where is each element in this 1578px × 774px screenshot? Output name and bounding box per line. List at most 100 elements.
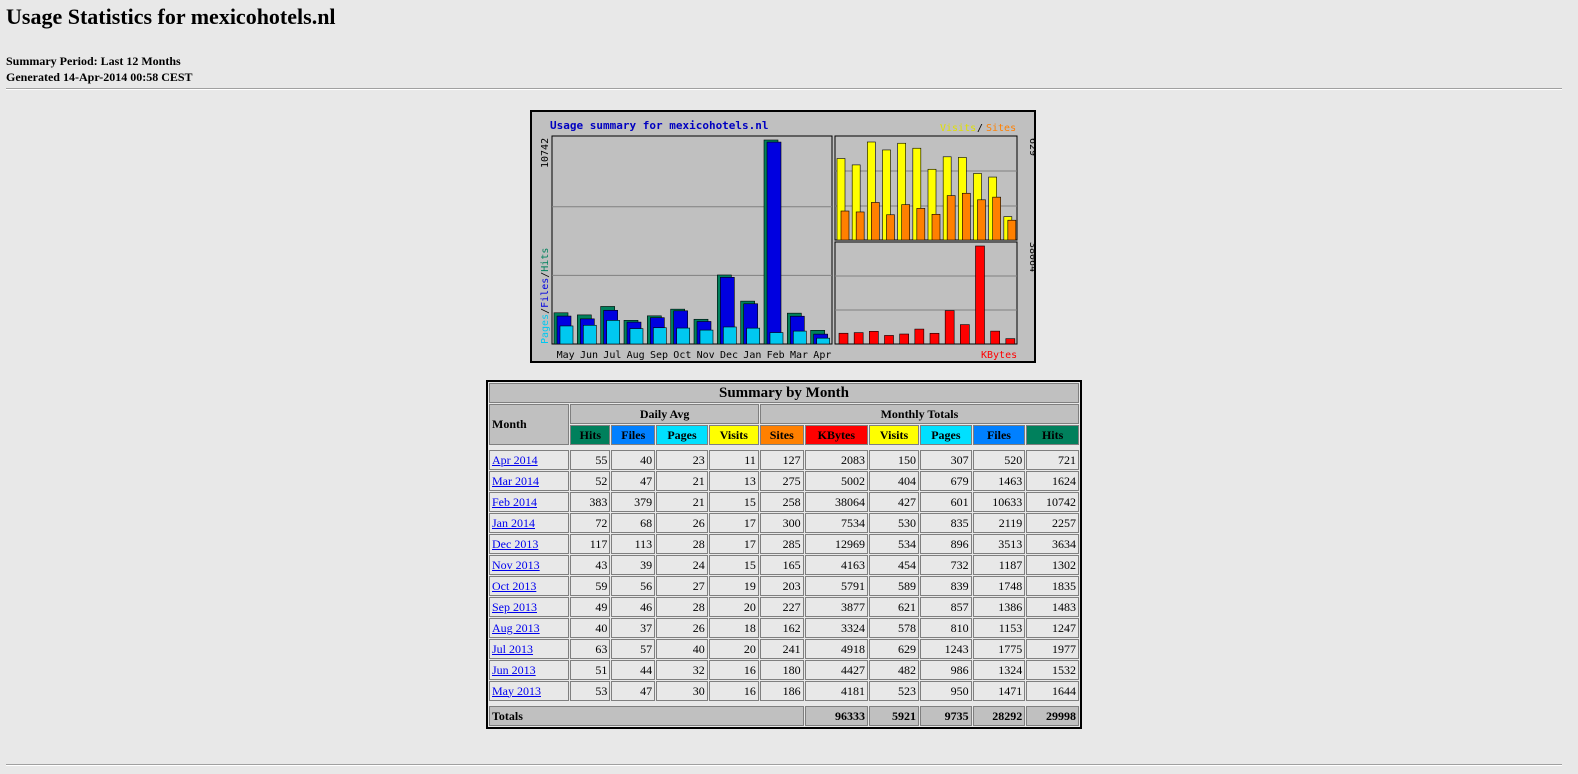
value-cell: 2083 xyxy=(804,450,869,470)
month-link[interactable]: May 2013 xyxy=(492,684,541,698)
table-row: Feb 2014 383 379 21 15 258 38064 427 601 10633 107… xyxy=(489,492,1079,512)
month-tick-label: Dec xyxy=(720,350,738,361)
value-cell: 165 xyxy=(759,555,804,575)
month-tick-label: Nov xyxy=(697,350,715,361)
summary-period: Summary Period: Last 12 Months xyxy=(6,54,181,68)
value-cell: 530 xyxy=(869,513,920,533)
value-cell: 59 xyxy=(570,576,611,596)
value-cell: 23 xyxy=(656,450,708,470)
top-divider xyxy=(6,88,1562,90)
month-tick-label: Mar xyxy=(790,350,808,361)
pages-bar xyxy=(699,329,714,345)
month-cell: May 2013 xyxy=(489,681,570,701)
value-cell: 162 xyxy=(759,618,804,638)
value-cell: 51 xyxy=(570,660,611,680)
total-cell: 96333 xyxy=(804,706,869,726)
legend-part: Files xyxy=(540,278,551,308)
sites-bar xyxy=(977,199,986,241)
value-cell: 27 xyxy=(656,576,708,596)
month-link[interactable]: Nov 2013 xyxy=(492,558,540,572)
month-link[interactable]: Dec 2013 xyxy=(492,537,538,551)
value-cell: 12969 xyxy=(804,534,869,554)
kbytes-axis-max: 38064 xyxy=(1027,242,1034,272)
value-cell: 621 xyxy=(869,597,920,617)
month-link[interactable]: Oct 2013 xyxy=(492,579,536,593)
value-cell: 40 xyxy=(570,618,611,638)
value-cell: 24 xyxy=(656,555,708,575)
month-link[interactable]: Apr 2014 xyxy=(492,453,538,467)
pages-bar xyxy=(653,327,667,345)
table-row: Apr 2014 55 40 23 11 127 2083 150 307 520 721 xyxy=(489,450,1079,470)
kbytes-bar xyxy=(960,324,970,345)
value-cell: 835 xyxy=(920,513,972,533)
month-cell: Mar 2014 xyxy=(489,471,570,491)
value-cell: 55 xyxy=(570,450,611,470)
value-cell: 4163 xyxy=(804,555,869,575)
files-bar xyxy=(766,141,782,345)
value-cell: 150 xyxy=(869,450,920,470)
month-link[interactable]: Aug 2013 xyxy=(492,621,540,635)
value-cell: 11 xyxy=(708,450,759,470)
kbytes-bar xyxy=(944,310,955,345)
value-cell: 300 xyxy=(759,513,804,533)
value-cell: 721 xyxy=(1026,450,1079,470)
value-cell: 52 xyxy=(570,471,611,491)
kbytes-bar xyxy=(914,328,925,345)
table-row: Nov 2013 43 39 24 15 165 4163 454 732 1187 1302 xyxy=(489,555,1079,575)
month-tick-label: Feb xyxy=(767,350,785,361)
chart-title: Usage summary for mexicohotels.nl xyxy=(550,119,769,132)
monthly-totals-header: Monthly Totals xyxy=(759,404,1079,424)
legend-sites: Sites xyxy=(986,123,1016,134)
usage-summary-graph: Usage summary for mexicohotels.nl Visits /… xyxy=(530,110,1036,363)
daily-col-header: Visits xyxy=(708,425,759,445)
value-cell: 1835 xyxy=(1026,576,1079,596)
month-link[interactable]: Mar 2014 xyxy=(492,474,539,488)
month-link[interactable]: Jun 2013 xyxy=(492,663,536,677)
kbytes-bar xyxy=(990,330,1000,345)
kbytes-panel-frame xyxy=(834,241,1018,345)
value-cell: 578 xyxy=(869,618,920,638)
month-link[interactable]: Feb 2014 xyxy=(492,495,537,509)
kbytes-bar xyxy=(869,331,879,345)
month-cell: Nov 2013 xyxy=(489,555,570,575)
daily-col-header: Hits xyxy=(570,425,611,445)
pages-bar xyxy=(723,326,737,345)
daily-col-header: Pages xyxy=(656,425,708,445)
value-cell: 404 xyxy=(869,471,920,491)
value-cell: 20 xyxy=(708,597,759,617)
monthly-col-header: Sites xyxy=(759,425,804,445)
legend-visits: Visits xyxy=(940,123,976,134)
month-link[interactable]: Jul 2013 xyxy=(492,642,533,656)
table-row: Jun 2013 51 44 32 16 180 4427 482 986 1324 1532 xyxy=(489,660,1079,680)
value-cell: 3324 xyxy=(804,618,869,638)
value-cell: 40 xyxy=(611,450,656,470)
month-tick-label: Jul xyxy=(603,350,621,361)
value-cell: 3513 xyxy=(972,534,1026,554)
total-cell: 5921 xyxy=(869,706,920,726)
month-cell: Oct 2013 xyxy=(489,576,570,596)
monthly-col-header: Pages xyxy=(920,425,972,445)
sites-bar xyxy=(886,214,895,241)
value-cell: 1463 xyxy=(972,471,1026,491)
value-cell: 1532 xyxy=(1026,660,1079,680)
value-cell: 454 xyxy=(869,555,920,575)
value-cell: 21 xyxy=(656,492,708,512)
daily-col-header: Files xyxy=(611,425,656,445)
sites-bar xyxy=(992,196,1001,241)
month-link[interactable]: Jan 2014 xyxy=(492,516,535,530)
value-cell: 1187 xyxy=(972,555,1026,575)
value-cell: 15 xyxy=(708,555,759,575)
value-cell: 629 xyxy=(869,639,920,659)
table-row: Dec 2013 117 113 28 17 285 12969 534 896 3513 3634 xyxy=(489,534,1079,554)
value-cell: 1977 xyxy=(1026,639,1079,659)
value-cell: 896 xyxy=(920,534,972,554)
value-cell: 180 xyxy=(759,660,804,680)
legend-part: Hits xyxy=(540,248,551,272)
month-tick-label: Oct xyxy=(673,350,691,361)
month-link[interactable]: Sep 2013 xyxy=(492,600,537,614)
value-cell: 227 xyxy=(759,597,804,617)
value-cell: 857 xyxy=(920,597,972,617)
value-cell: 1153 xyxy=(972,618,1026,638)
pages-bar xyxy=(769,332,784,345)
value-cell: 1483 xyxy=(1026,597,1079,617)
